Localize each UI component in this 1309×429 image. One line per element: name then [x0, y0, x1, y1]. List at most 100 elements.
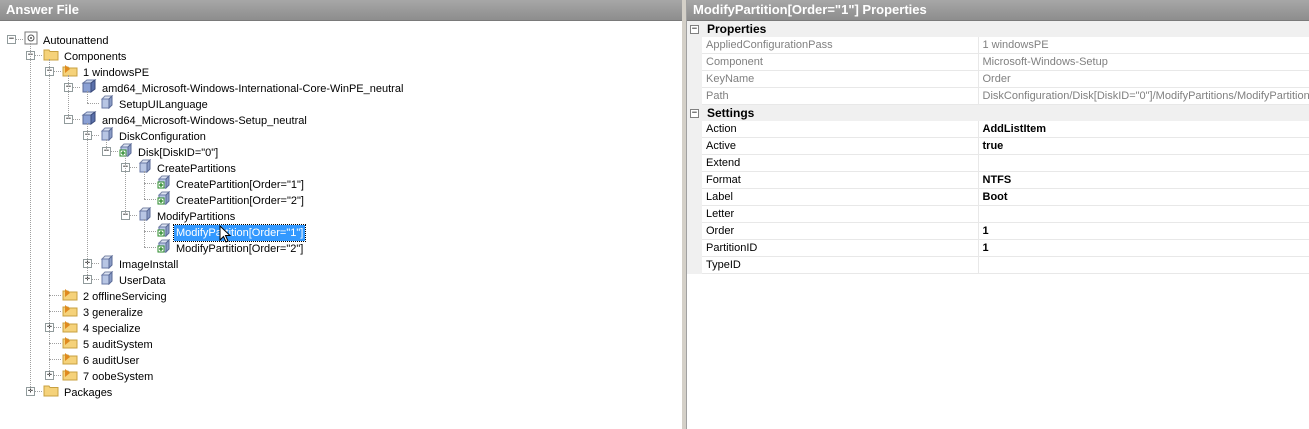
tree-node[interactable]: Autounattend [24, 31, 110, 47]
property-name: KeyName [702, 70, 979, 88]
property-grid: − Properties AppliedConfigurationPass 1 win… [687, 21, 1309, 274]
tree-node[interactable]: DiskConfiguration [100, 126, 208, 143]
tree-connector [144, 231, 156, 232]
answer-file-title: Answer File [0, 0, 682, 21]
category-settings[interactable]: − Settings [687, 104, 1309, 121]
tree-connector [49, 359, 61, 360]
property-name: TypeID [702, 256, 979, 274]
property-row[interactable]: KeyName Order [687, 70, 1309, 88]
list-item-icon [119, 142, 133, 162]
category-properties[interactable]: − Properties [687, 21, 1309, 37]
property-row[interactable]: Active true [687, 137, 1309, 155]
property-value[interactable] [978, 154, 1309, 172]
tree-node[interactable]: CreatePartition[Order="2"] [157, 190, 306, 207]
tree-node[interactable]: UserData [100, 270, 167, 287]
property-value[interactable] [978, 256, 1309, 274]
tree-node[interactable]: amd64_Microsoft-Windows-Setup_neutral [81, 111, 309, 127]
property-value[interactable]: 1 [978, 239, 1309, 257]
tree-node-label: Packages [64, 386, 113, 399]
tree-connector [49, 59, 50, 375]
property-name: Action [702, 121, 979, 138]
property-row[interactable]: Path DiskConfiguration/Disk[DiskID="0"]/M… [687, 87, 1309, 105]
tree-node[interactable]: 4 specialize [62, 319, 142, 335]
row-gutter [687, 154, 702, 172]
row-gutter [687, 137, 702, 155]
tree-node[interactable]: CreatePartitions [138, 158, 238, 178]
tree-connector [144, 199, 156, 200]
tree-node[interactable]: 5 auditSystem [62, 335, 155, 351]
property-row[interactable]: AppliedConfigurationPass 1 windowsPE [687, 37, 1309, 54]
property-value: DiskConfiguration/Disk[DiskID="0"]/Modif… [978, 87, 1309, 105]
property-value[interactable]: true [978, 137, 1309, 155]
property-row[interactable]: PartitionID 1 [687, 239, 1309, 257]
component-icon [81, 79, 97, 98]
row-gutter [687, 188, 702, 206]
property-row[interactable]: Letter [687, 205, 1309, 223]
tree-connector [106, 139, 107, 151]
tree-node[interactable]: 7 oobeSystem [62, 367, 155, 383]
tree-node[interactable]: amd64_Microsoft-Windows-International-Co… [81, 79, 405, 95]
collapse-toggle[interactable]: − [690, 25, 699, 35]
tree-node[interactable]: ModifyPartition[Order="2"] [157, 238, 305, 255]
setting-icon [138, 158, 152, 178]
tree-node[interactable]: ImageInstall [100, 254, 180, 271]
tree-connector [87, 91, 88, 103]
property-value[interactable]: NTFS [978, 171, 1309, 189]
tree-node[interactable]: 1 windowsPE [62, 63, 151, 79]
tree-node[interactable]: Components [43, 47, 128, 63]
folder-icon [43, 383, 59, 402]
tree-node[interactable]: 6 auditUser [62, 351, 141, 367]
collapse-toggle[interactable]: − [7, 35, 16, 44]
pass-icon [62, 63, 78, 82]
tree-node[interactable]: CreatePartition[Order="1"] [157, 174, 306, 191]
collapse-toggle[interactable]: − [690, 109, 699, 119]
answer-file-tree[interactable]: − Autounattend − Components −1 windowsPE − amd… [0, 21, 682, 429]
property-value: Microsoft-Windows-Setup [978, 53, 1309, 71]
property-name: AppliedConfigurationPass [702, 37, 979, 54]
category-label: Properties [707, 22, 767, 36]
property-row[interactable]: Format NTFS [687, 171, 1309, 189]
property-name: Letter [702, 205, 979, 223]
tree-connector [68, 75, 69, 119]
tree-node-label: ModifyPartition[Order="2"] [176, 242, 304, 255]
tree-node[interactable]: ModifyPartition[Order="1"] [157, 222, 307, 242]
tree-connector [30, 43, 31, 391]
tree-node[interactable]: Packages [43, 383, 114, 399]
properties-pane: ModifyPartition[Order="1"] Properties − P… [686, 0, 1309, 429]
tree-connector [125, 155, 126, 215]
property-row[interactable]: TypeID [687, 256, 1309, 274]
property-row[interactable]: Extend [687, 154, 1309, 172]
row-gutter [687, 87, 702, 105]
property-value[interactable]: Boot [978, 188, 1309, 206]
tree-node[interactable]: 2 offlineServicing [62, 287, 169, 303]
property-row[interactable]: Label Boot [687, 188, 1309, 206]
tree-connector [144, 247, 156, 248]
property-row[interactable]: Order 1 [687, 222, 1309, 240]
tree-node[interactable]: SetupUILanguage [100, 94, 210, 111]
tree-connector [49, 295, 61, 296]
property-name: Component [702, 53, 979, 71]
tree-node[interactable]: Disk[DiskID="0"] [119, 142, 220, 162]
tree-connector [87, 103, 99, 104]
gear-icon [24, 31, 38, 50]
row-gutter [687, 171, 702, 189]
property-name: Path [702, 87, 979, 105]
row-gutter [687, 205, 702, 223]
property-name: Format [702, 171, 979, 189]
tree-connector [144, 219, 145, 247]
setting-icon [138, 206, 152, 226]
property-value[interactable] [978, 205, 1309, 223]
tree-node[interactable]: ModifyPartitions [138, 206, 237, 226]
tree-connector [144, 171, 145, 199]
answer-file-pane: Answer File − Autounattend − Components −1 w… [0, 0, 683, 429]
row-gutter [687, 53, 702, 71]
mouse-pointer-icon [219, 224, 232, 246]
row-gutter [687, 70, 702, 88]
property-row[interactable]: Action AddListItem [687, 121, 1309, 138]
property-value[interactable]: 1 [978, 222, 1309, 240]
tree-node[interactable]: 3 generalize [62, 303, 145, 319]
property-row[interactable]: Component Microsoft-Windows-Setup [687, 53, 1309, 71]
category-label: Settings [707, 106, 755, 120]
property-value[interactable]: AddListItem [978, 121, 1309, 138]
property-name: Order [702, 222, 979, 240]
